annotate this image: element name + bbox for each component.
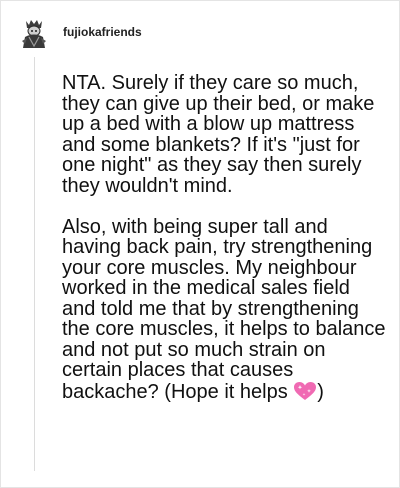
avatar[interactable] <box>20 17 48 49</box>
comment-paragraph-2: Also, with being super tall and having b… <box>62 215 387 403</box>
reply-card: fujiokafriends NTA. Surely if they care … <box>0 0 400 488</box>
comment-paragraph-2-text: Also, with being super tall and having b… <box>62 215 386 403</box>
gothic-figure-avatar-icon <box>20 17 48 49</box>
thread-line <box>34 57 35 471</box>
comment-body: NTA. Surely if they care so much, they c… <box>62 73 387 402</box>
sparkling-heart-icon <box>293 381 317 401</box>
comment-paragraph-1: NTA. Surely if they care so much, they c… <box>62 72 375 197</box>
username[interactable]: fujiokafriends <box>63 25 142 39</box>
closing-paren: ) <box>317 380 324 403</box>
